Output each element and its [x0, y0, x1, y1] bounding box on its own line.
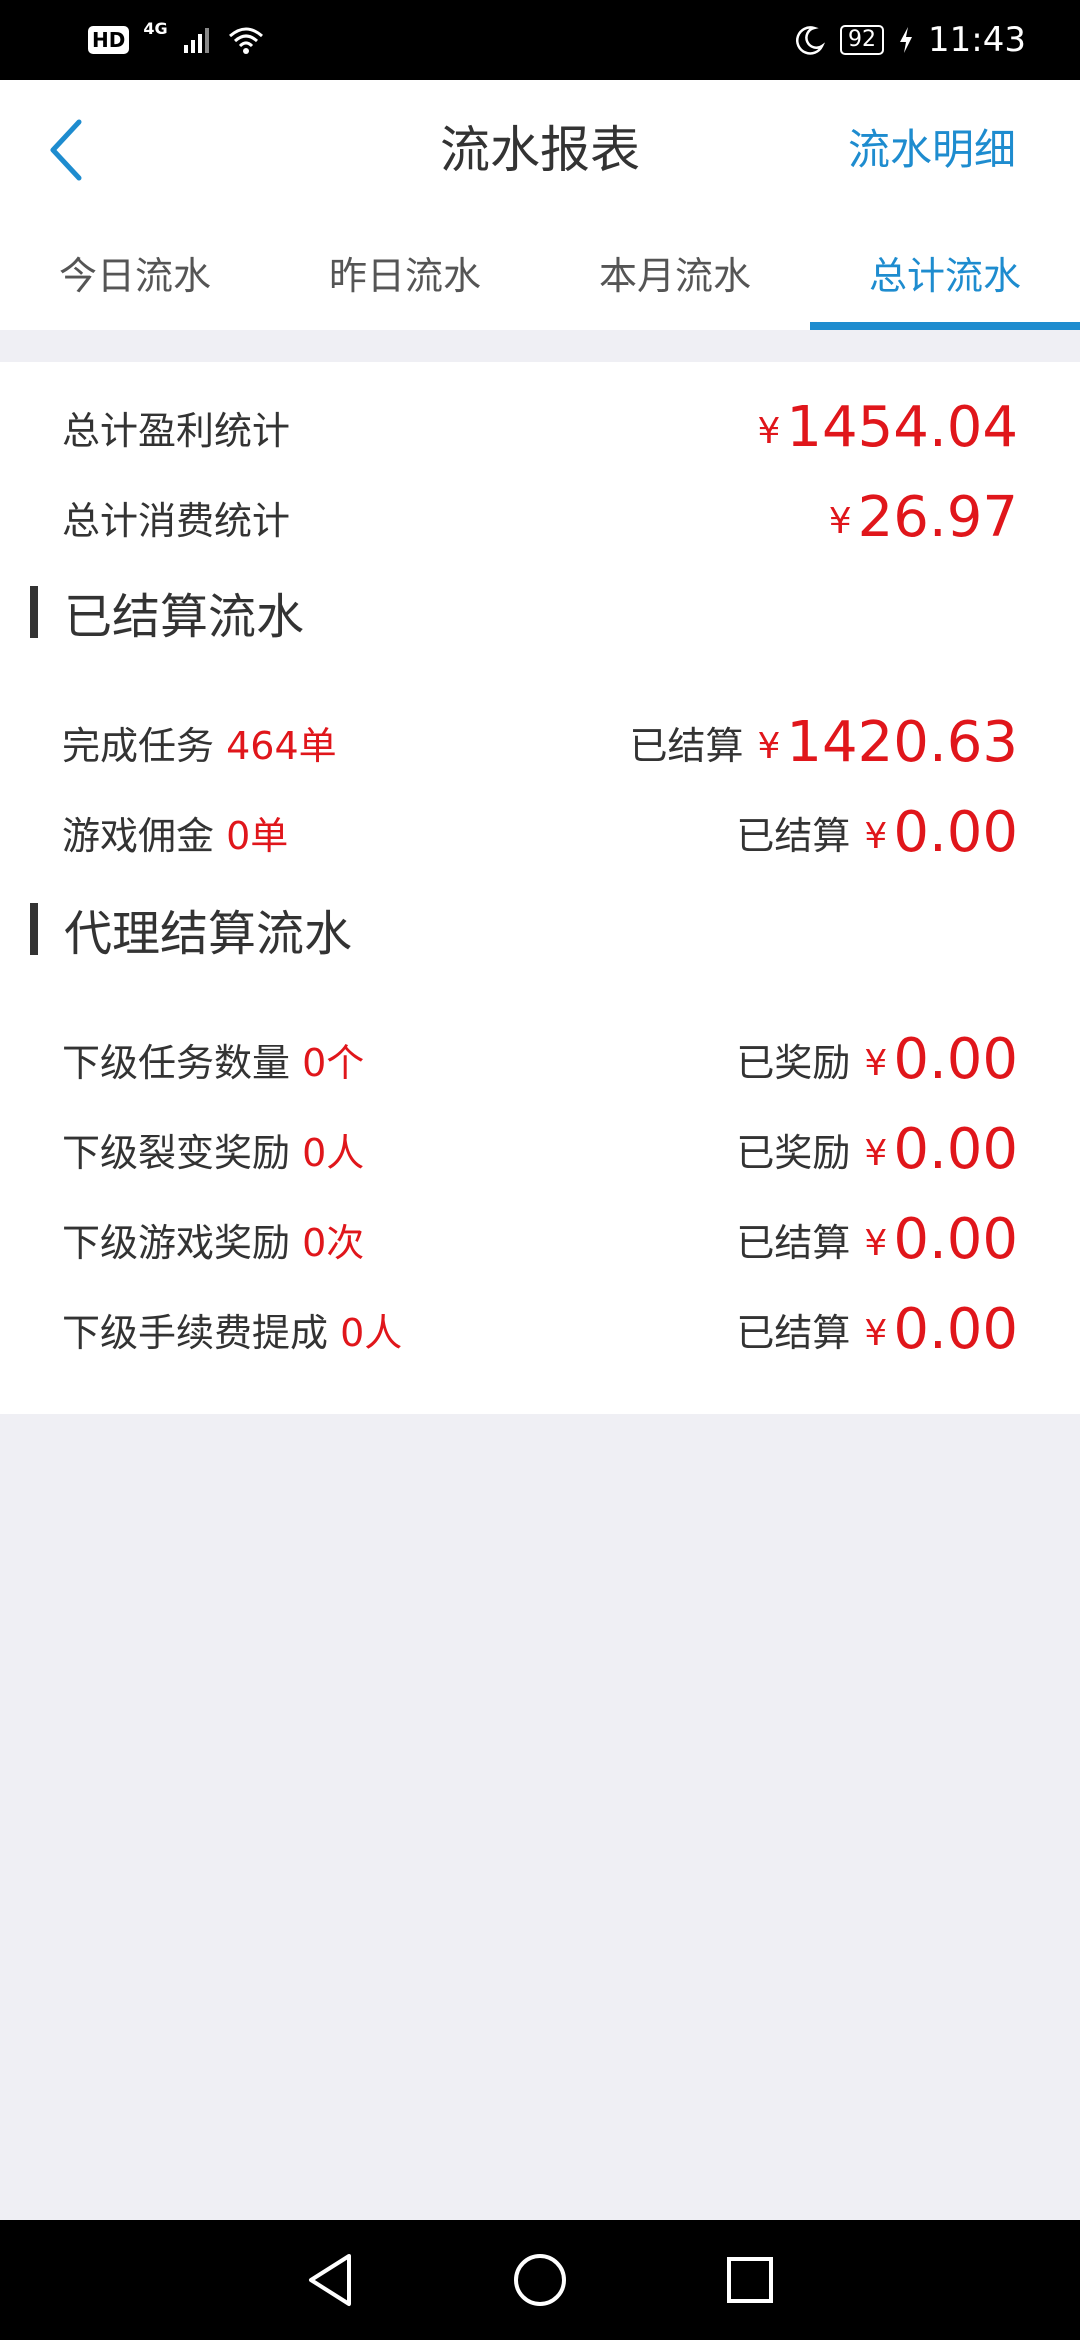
- row-count: 0个: [302, 1040, 365, 1085]
- total-profit-row: 总计盈利统计 ¥ 1454.04: [62, 382, 1018, 472]
- agent-section-header: 代理结算流水: [30, 894, 352, 964]
- settled-row-label: 完成任务 464单: [62, 715, 337, 770]
- row-label-text: 下级游戏奖励: [62, 1220, 291, 1265]
- battery-level: 92: [840, 25, 885, 55]
- row-amount: 0.00: [893, 1296, 1018, 1362]
- currency-symbol: ¥: [828, 500, 852, 542]
- nav-recents-button[interactable]: [720, 2250, 780, 2310]
- row-label-text: 下级裂变奖励: [62, 1130, 291, 1175]
- settled-row-label: 游戏佣金 0单: [62, 805, 288, 860]
- row-status: 已结算: [629, 723, 744, 768]
- currency-symbol: ¥: [864, 1042, 888, 1084]
- row-label-text: 下级任务数量: [62, 1040, 291, 1085]
- total-consume-amount: 26.97: [857, 484, 1018, 550]
- section-marker: [30, 586, 38, 638]
- row-label-text: 游戏佣金: [62, 813, 215, 858]
- total-consume-row: 总计消费统计 ¥ 26.97: [62, 472, 1018, 562]
- agent-section-title: 代理结算流水: [64, 906, 353, 962]
- agent-row-value: 已结算 ¥ 0.00: [736, 1297, 1018, 1362]
- row-count: 464单: [226, 723, 337, 768]
- tab-total[interactable]: 总计流水: [810, 230, 1080, 330]
- triangle-back-icon: [309, 2254, 351, 2306]
- row-count: 0单: [226, 813, 289, 858]
- row-status: 已奖励: [736, 1130, 851, 1175]
- charging-icon: [900, 27, 913, 53]
- total-profit-amount: 1454.04: [786, 394, 1018, 460]
- currency-symbol: ¥: [864, 1222, 888, 1264]
- currency-symbol: ¥: [757, 410, 781, 452]
- status-bar-right: 92 11:43: [794, 20, 1026, 60]
- total-profit-value: ¥ 1454.04: [758, 395, 1018, 460]
- row-count: 0次: [302, 1220, 365, 1265]
- currency-symbol: ¥: [864, 815, 888, 857]
- system-nav-bar: [0, 2220, 1080, 2340]
- total-profit-label: 总计盈利统计: [62, 408, 291, 453]
- row-status: 已结算: [736, 813, 851, 858]
- row-amount: 0.00: [893, 1206, 1018, 1272]
- agent-row-value: 已结算 ¥ 0.00: [736, 1207, 1018, 1272]
- agent-row-fee-commission: 下级手续费提成 0人 已结算 ¥ 0.00: [62, 1284, 1018, 1374]
- settled-section-title: 已结算流水: [64, 589, 305, 645]
- currency-symbol: ¥: [864, 1132, 888, 1174]
- total-consume-value: ¥ 26.97: [829, 485, 1018, 550]
- agent-row-sub-tasks: 下级任务数量 0个 已奖励 ¥ 0.00: [62, 1014, 1018, 1104]
- settled-row-tasks: 完成任务 464单 已结算 ¥ 1420.63: [62, 697, 1018, 787]
- nav-home-button[interactable]: [510, 2250, 570, 2310]
- agent-row-game-reward: 下级游戏奖励 0次 已结算 ¥ 0.00: [62, 1194, 1018, 1284]
- status-bar: HD 4G 92 11:43: [0, 0, 1080, 80]
- currency-symbol: ¥: [864, 1312, 888, 1354]
- square-recents-icon: [727, 2257, 773, 2303]
- agent-row-label: 下级裂变奖励 0人: [62, 1122, 364, 1177]
- row-label-text: 完成任务: [62, 723, 215, 768]
- settled-row-game-commission: 游戏佣金 0单 已结算 ¥ 0.00: [62, 787, 1018, 877]
- agent-row-label: 下级游戏奖励 0次: [62, 1212, 364, 1267]
- section-marker: [30, 903, 38, 955]
- agent-row-value: 已奖励 ¥ 0.00: [736, 1027, 1018, 1092]
- agent-row-label: 下级手续费提成 0人: [62, 1302, 402, 1357]
- row-amount: 0.00: [893, 1116, 1018, 1182]
- network-type: 4G: [143, 18, 168, 38]
- row-count: 0人: [340, 1310, 403, 1355]
- wifi-icon: [228, 27, 263, 54]
- settled-row-value: 已结算 ¥ 0.00: [736, 800, 1018, 865]
- agent-row-fission-reward: 下级裂变奖励 0人 已奖励 ¥ 0.00: [62, 1104, 1018, 1194]
- tab-today[interactable]: 今日流水: [0, 230, 270, 330]
- detail-link[interactable]: 流水明细: [848, 110, 1016, 190]
- signal-icon: [183, 28, 209, 53]
- moon-icon: [796, 26, 826, 55]
- row-status: 已结算: [736, 1310, 851, 1355]
- row-status: 已奖励: [736, 1040, 851, 1085]
- agent-row-value: 已奖励 ¥ 0.00: [736, 1117, 1018, 1182]
- circle-home-icon: [514, 2254, 566, 2306]
- clock: 11:43: [928, 20, 1026, 60]
- currency-symbol: ¥: [757, 725, 781, 767]
- header: 流水报表 流水明细 今日流水 昨日流水 本月流水 总计流水: [0, 80, 1080, 330]
- row-amount: 1420.63: [786, 709, 1018, 775]
- tab-yesterday[interactable]: 昨日流水: [270, 230, 540, 330]
- nav-back-button[interactable]: [300, 2250, 360, 2310]
- hd-badge: HD: [88, 26, 130, 54]
- tab-this-month[interactable]: 本月流水: [540, 230, 810, 330]
- total-consume-label: 总计消费统计: [62, 498, 291, 543]
- row-amount: 0.00: [893, 799, 1018, 865]
- agent-row-label: 下级任务数量 0个: [62, 1032, 364, 1087]
- row-label-text: 下级手续费提成: [62, 1310, 329, 1355]
- settled-section-header: 已结算流水: [30, 577, 304, 647]
- row-status: 已结算: [736, 1220, 851, 1265]
- tab-bar: 今日流水 昨日流水 本月流水 总计流水: [0, 230, 1080, 330]
- status-bar-left: HD 4G: [88, 19, 266, 56]
- row-count: 0人: [302, 1130, 365, 1175]
- settled-row-value: 已结算 ¥ 1420.63: [630, 710, 1019, 775]
- row-amount: 0.00: [893, 1026, 1018, 1092]
- report-card: 总计盈利统计 ¥ 1454.04 总计消费统计 ¥ 26.97 已结算流水 完成…: [0, 362, 1080, 1414]
